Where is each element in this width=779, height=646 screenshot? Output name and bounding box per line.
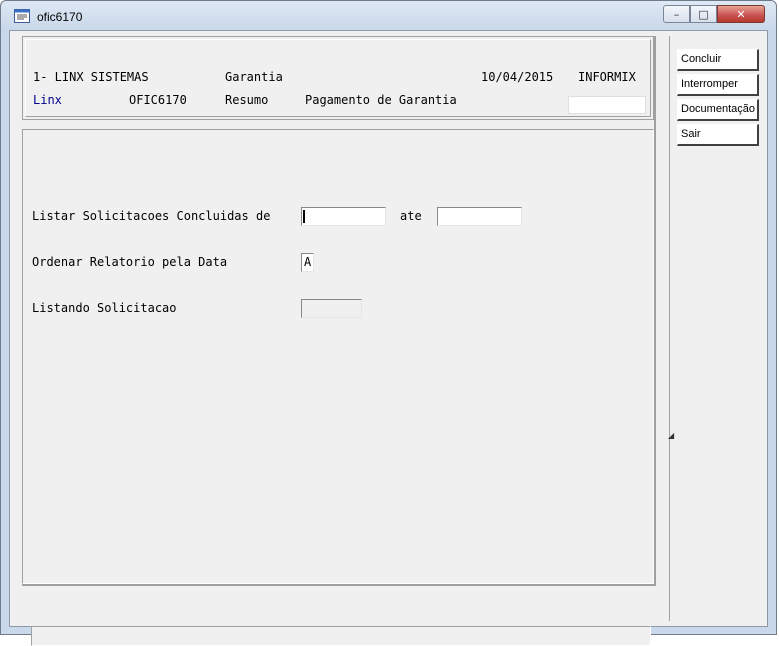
module-name: Garantia [225, 70, 283, 84]
order-date-value: A [304, 255, 312, 269]
listando-label: Listando Solicitacao [32, 301, 177, 315]
ordenar-label: Ordenar Relatorio pela Data [32, 255, 228, 269]
sair-button[interactable]: Sair [677, 124, 759, 146]
ate-label: ate [400, 209, 422, 223]
main-panel: 1- LINX SISTEMAS Garantia 10/04/2015 INF… [22, 36, 656, 646]
listar-label: Listar Solicitacoes Concluidas de [32, 209, 271, 223]
window-title: ofic6170 [37, 10, 83, 24]
screen-title: Pagamento de Garantia [305, 93, 457, 107]
order-date-field[interactable]: A [301, 253, 314, 272]
application-window: ofic6170 – □ ✕ 1- LINX SISTEMAS Garantia… [0, 0, 777, 646]
title-bar[interactable]: ofic6170 – □ ✕ [1, 1, 776, 31]
maximize-icon: □ [698, 7, 709, 21]
status-bar [31, 626, 651, 646]
brand-label: Linx [33, 93, 62, 107]
interromper-button[interactable]: Interromper [677, 74, 759, 96]
terminal-window-icon [14, 9, 30, 23]
text-cursor [303, 210, 305, 223]
database-name: INFORMIX [578, 70, 636, 84]
close-button[interactable]: ✕ [717, 5, 765, 23]
date-from-field[interactable] [301, 207, 386, 226]
client-area: 1- LINX SISTEMAS Garantia 10/04/2015 INF… [9, 30, 768, 646]
company-name: 1- LINX SISTEMAS [33, 70, 149, 84]
header-info-field [568, 96, 646, 114]
maximize-button[interactable]: □ [690, 5, 717, 23]
listing-progress-field [301, 299, 362, 318]
program-code: OFIC6170 [129, 93, 187, 107]
resize-grip-icon[interactable]: ◢ [668, 431, 674, 440]
documentacao-button[interactable]: Documentação [677, 99, 759, 121]
form-panel: Listar Solicitacoes Concluidas de ate Or… [22, 129, 654, 646]
date-to-field[interactable] [437, 207, 522, 226]
minimize-icon: – [673, 7, 680, 21]
action-panel: Concluir Interromper Documentação Sair ◢ [668, 36, 765, 621]
close-icon: ✕ [736, 7, 746, 21]
concluir-button[interactable]: Concluir [677, 49, 759, 71]
system-date: 10/04/2015 [481, 70, 554, 84]
header-panel: 1- LINX SISTEMAS Garantia 10/04/2015 INF… [22, 36, 654, 120]
minimize-button[interactable]: – [663, 5, 690, 23]
mode-label: Resumo [225, 93, 269, 107]
